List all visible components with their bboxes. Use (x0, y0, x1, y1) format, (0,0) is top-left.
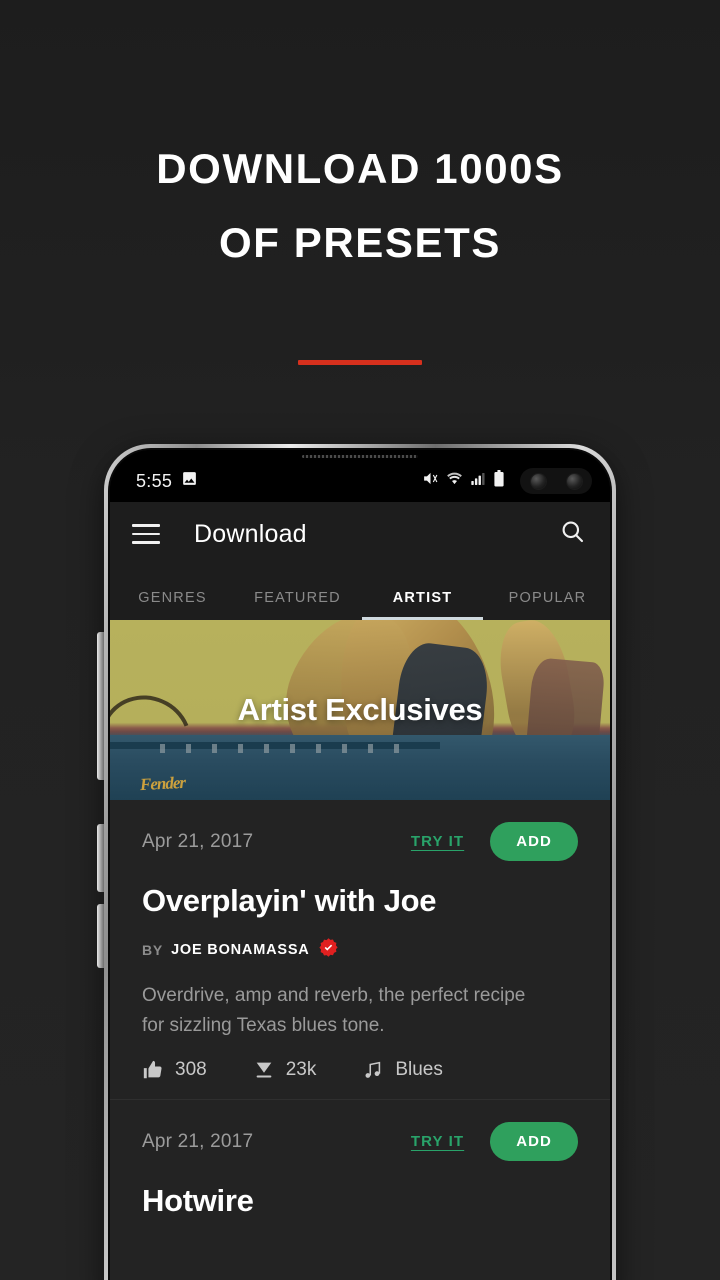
promo-headline-line-2: OF PRESETS (218, 219, 502, 266)
phone-mockup: 5:55 Download GENRES FEATURED ARTIST POP… (97, 444, 616, 1280)
promo-headline-line-1: DOWNLOAD 1000s (156, 145, 564, 192)
card-date: Apr 21, 2017 (142, 830, 254, 852)
likes-count: 308 (175, 1059, 207, 1080)
try-it-link[interactable]: TRY IT (411, 833, 464, 850)
volume-button[interactable] (97, 632, 104, 780)
phone-bezel: 5:55 Download GENRES FEATURED ARTIST POP… (108, 448, 612, 1280)
camera-lens-right (566, 473, 582, 489)
tab-bar: GENRES FEATURED ARTIST POPULAR (110, 566, 610, 620)
battery-icon (493, 470, 505, 492)
preset-card[interactable]: Apr 21, 2017 TRY IT ADD Hotwire (110, 1099, 610, 1237)
verified-badge-icon (318, 937, 339, 963)
wifi-icon (446, 470, 463, 492)
preset-title: Hotwire (142, 1183, 254, 1218)
likes-stat: 308 (142, 1059, 207, 1081)
thumbs-up-icon (142, 1059, 164, 1081)
by-label: BY (142, 942, 164, 958)
hamburger-icon[interactable] (132, 524, 160, 544)
status-bar-right (422, 468, 592, 494)
preset-title: Overplayin' with Joe (142, 883, 437, 918)
card-date: Apr 21, 2017 (142, 1130, 254, 1152)
tab-featured[interactable]: FEATURED (235, 590, 360, 620)
accent-divider (298, 360, 422, 365)
music-note-icon (362, 1059, 384, 1081)
tab-popular[interactable]: POPULAR (485, 590, 610, 620)
preset-description: Overdrive, amp and reverb, the perfect r… (142, 985, 526, 1036)
download-icon (253, 1059, 275, 1081)
genre-label: Blues (395, 1059, 443, 1080)
promo-headline: DOWNLOAD 1000s OF PRESETS (0, 132, 720, 280)
punch-hole-camera (520, 468, 592, 494)
genre-stat: Blues (362, 1059, 443, 1081)
hero-amplifier: Fender (110, 735, 610, 800)
hamburger-bar-2 (132, 532, 160, 536)
search-icon[interactable] (559, 518, 586, 550)
card-header-row: Apr 21, 2017 TRY IT ADD (142, 822, 578, 861)
mute-icon (422, 470, 439, 492)
preset-stats: 308 23k Blues (142, 1059, 578, 1081)
downloads-stat: 23k (253, 1059, 317, 1081)
card-header-row: Apr 21, 2017 TRY IT ADD (142, 1122, 578, 1161)
amp-brand-logo: Fender (139, 772, 186, 795)
hero-title: Artist Exclusives (237, 692, 483, 727)
tab-artist[interactable]: ARTIST (360, 590, 485, 620)
tab-genres[interactable]: GENRES (110, 590, 235, 620)
content-scroll[interactable]: Fender Artist Exclusives Apr 21, 2017 TR… (110, 620, 610, 1280)
bixby-button[interactable] (97, 824, 104, 892)
amp-knobs (160, 744, 420, 754)
hero-banner[interactable]: Fender Artist Exclusives (110, 620, 610, 800)
hamburger-bar-3 (132, 541, 160, 544)
earpiece-speaker (302, 455, 418, 458)
preset-byline: BY JOE BONAMASSA (142, 937, 578, 963)
signal-icon (470, 471, 486, 492)
phone-screen: 5:55 Download GENRES FEATURED ARTIST POP… (110, 450, 610, 1280)
downloads-count: 23k (285, 1059, 317, 1080)
image-icon (181, 470, 198, 492)
add-button[interactable]: ADD (490, 1122, 578, 1161)
promo-screenshot: DOWNLOAD 1000s OF PRESETS 5:55 (0, 0, 720, 1280)
add-button[interactable]: ADD (490, 822, 578, 861)
artist-name[interactable]: JOE BONAMASSA (171, 942, 310, 958)
status-bar-left: 5:55 (136, 470, 198, 492)
status-clock: 5:55 (136, 470, 173, 491)
app-bar: Download (110, 502, 610, 566)
try-it-link[interactable]: TRY IT (411, 1133, 464, 1150)
page-title: Download (194, 519, 307, 548)
camera-lens-left (530, 473, 546, 489)
preset-card[interactable]: Apr 21, 2017 TRY IT ADD Overplayin' with… (110, 800, 610, 1099)
power-button[interactable] (97, 904, 104, 968)
hamburger-bar-1 (132, 524, 160, 527)
